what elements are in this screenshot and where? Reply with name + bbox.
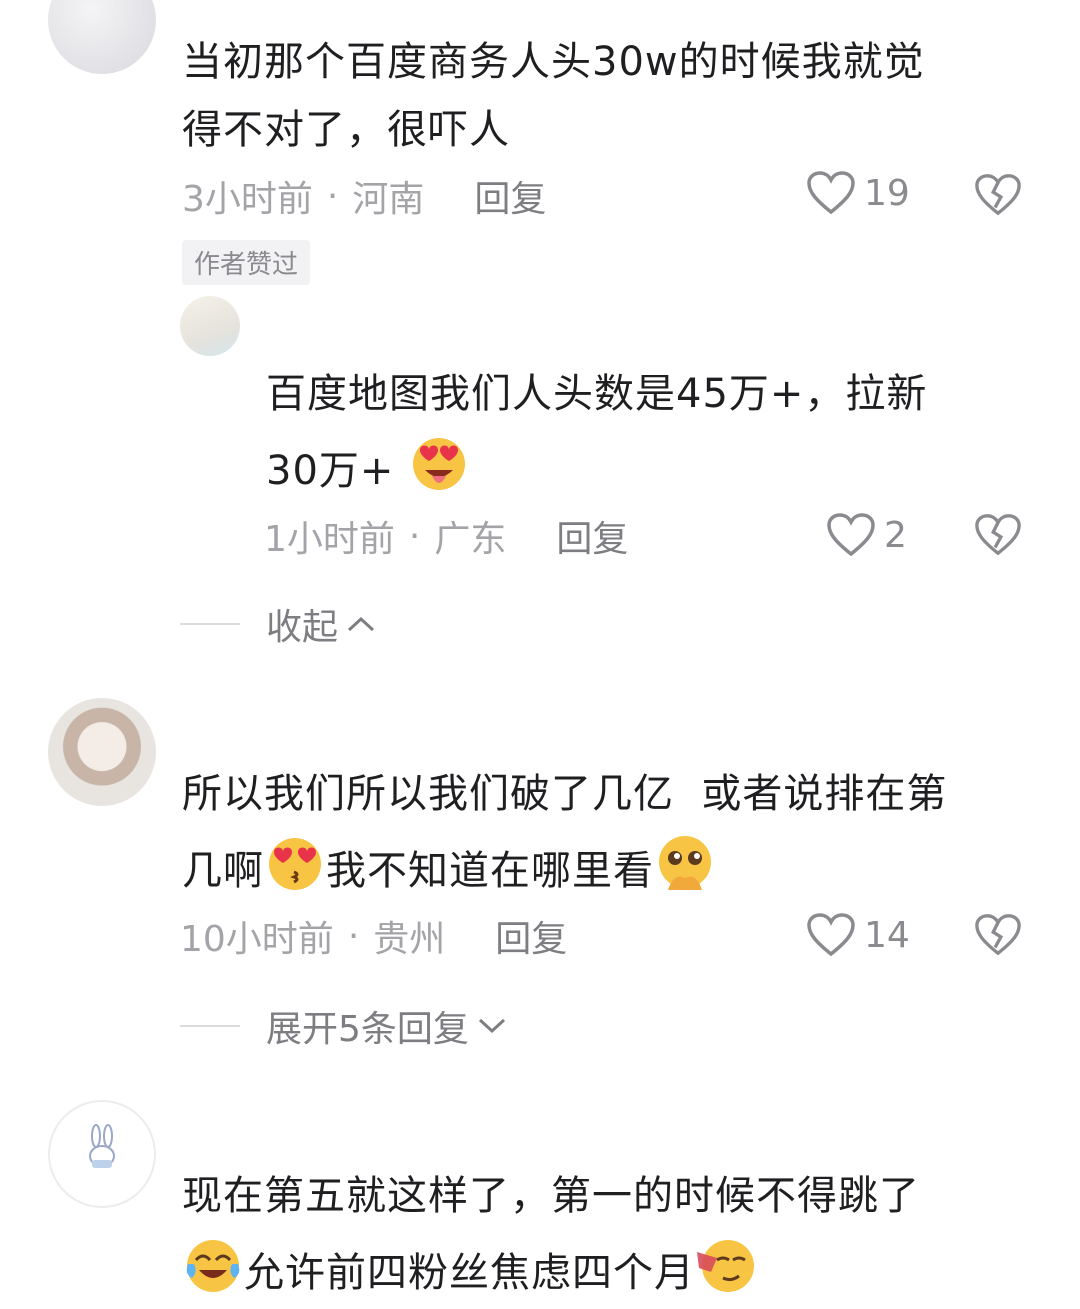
- like-count: 19: [864, 172, 910, 214]
- like-count: 2: [884, 514, 907, 556]
- broken-heart-icon: [975, 174, 1021, 216]
- divider: [180, 1025, 240, 1027]
- broken-heart-icon: [975, 514, 1021, 556]
- crying-laughing-emoji-icon: [186, 1240, 240, 1292]
- heart-icon: [807, 171, 855, 215]
- reply-meta: 1小时前 · 广东 回复: [264, 510, 628, 562]
- heart-eyes-tongue-emoji-icon: [413, 438, 466, 490]
- location: 广东: [434, 519, 507, 560]
- broken-heart-icon: [975, 914, 1021, 956]
- drinking-smirk-emoji-icon: [697, 1240, 754, 1292]
- expand-replies-button[interactable]: 展开5条回复: [180, 1000, 509, 1052]
- pleading-face-emoji-icon: [659, 836, 711, 890]
- comment-text: 当初那个百度商务人头30w的时候我就觉 得不对了，很吓人: [182, 39, 925, 153]
- reply-text: 百度地图我们人头数是45万+，拉新 30万+: [266, 371, 928, 494]
- like-button[interactable]: 14: [806, 912, 910, 958]
- collapse-replies-button[interactable]: 收起: [180, 598, 378, 650]
- divider: [180, 623, 240, 625]
- timestamp: 10小时前: [180, 919, 334, 960]
- kissing-heart-eyes-emoji-icon: [269, 838, 321, 890]
- comment-text: 现在第五就这样了，第一的时候不得跳了 允许前四粉丝焦虑四个月: [182, 1173, 920, 1296]
- dislike-button[interactable]: [974, 512, 1022, 562]
- location: 贵州: [373, 919, 446, 960]
- reply-button[interactable]: 回复: [495, 910, 567, 962]
- avatar[interactable]: [180, 296, 240, 356]
- comment-text: 所以我们所以我们破了几亿 或者说排在第 几啊 我不知道在哪里看: [182, 771, 948, 894]
- heart-icon: [807, 913, 855, 957]
- timestamp: 3小时前: [182, 179, 313, 220]
- dislike-button[interactable]: [974, 912, 1022, 962]
- avatar[interactable]: [48, 1100, 156, 1208]
- like-button[interactable]: 19: [806, 170, 910, 216]
- location: 河南: [352, 179, 425, 220]
- reply-button[interactable]: 回复: [474, 170, 546, 222]
- bunny-icon: [89, 1124, 115, 1168]
- dislike-button[interactable]: [974, 172, 1022, 222]
- like-button[interactable]: 2: [826, 512, 907, 558]
- author-liked-badge: 作者赞过: [182, 240, 311, 285]
- heart-icon: [827, 513, 875, 557]
- reply-button[interactable]: 回复: [556, 510, 628, 562]
- timestamp: 1小时前: [264, 519, 395, 560]
- like-count: 14: [864, 914, 910, 956]
- comment-meta: 10小时前 · 贵州 回复: [180, 910, 567, 962]
- comment-meta: 3小时前 · 河南 回复: [182, 170, 546, 222]
- chevron-up-icon: [348, 616, 375, 632]
- avatar[interactable]: [48, 698, 156, 806]
- avatar[interactable]: [48, 0, 156, 74]
- chevron-down-icon: [478, 1018, 505, 1034]
